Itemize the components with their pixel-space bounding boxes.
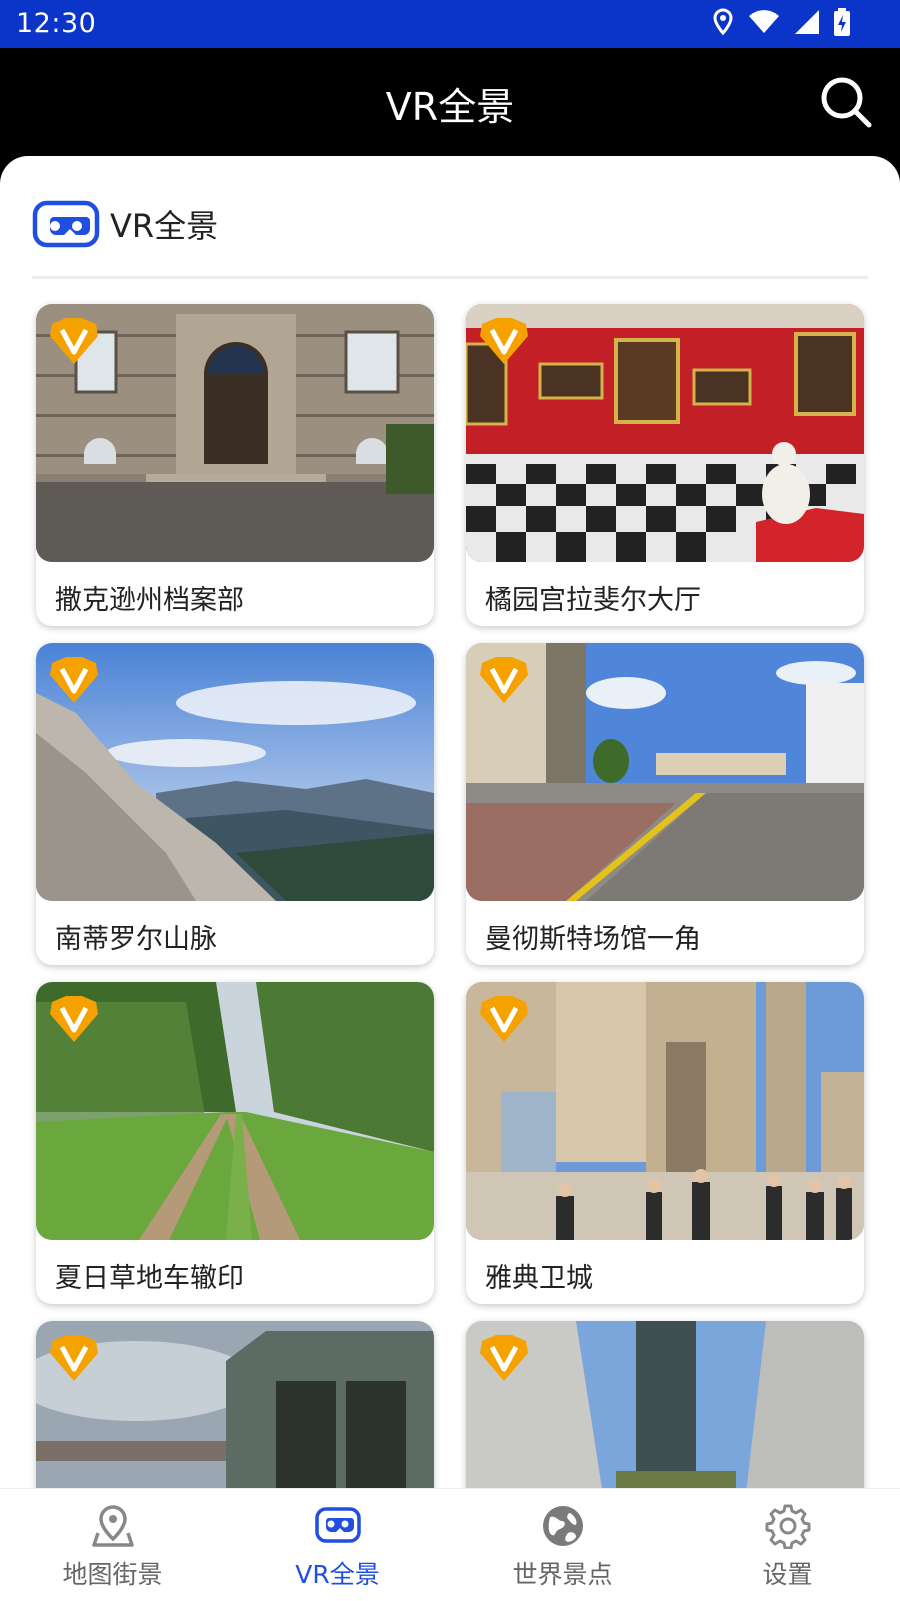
content-sheet: VR全景 撒克逊州档案部 橘园宫拉斐尔大厅 南蒂罗尔山脉 曼彻斯特场馆一角 夏日… bbox=[0, 156, 900, 1488]
panorama-thumbnail bbox=[36, 304, 434, 562]
vr-goggles-icon bbox=[32, 200, 100, 248]
nav-label: 设置 bbox=[762, 1560, 813, 1589]
bottom-nav: 地图街景 VR全景 世界景点 设置 bbox=[0, 1488, 900, 1601]
panorama-card[interactable]: 橘园宫拉斐尔大厅 bbox=[466, 304, 864, 626]
panorama-title: 曼彻斯特场馆一角 bbox=[485, 924, 701, 955]
panorama-thumbnail bbox=[466, 304, 864, 562]
panorama-thumbnail bbox=[466, 643, 864, 901]
nav-label: 世界景点 bbox=[512, 1560, 613, 1589]
vr-badge-icon bbox=[480, 996, 528, 1042]
panorama-title: 橘园宫拉斐尔大厅 bbox=[485, 585, 701, 616]
wifi-icon bbox=[748, 9, 780, 35]
battery-icon bbox=[834, 8, 850, 36]
panorama-title: 雅典卫城 bbox=[485, 1263, 593, 1294]
vr-badge-icon bbox=[480, 318, 528, 364]
vr-goggles-icon bbox=[315, 1507, 361, 1543]
vr-badge-icon bbox=[50, 318, 98, 364]
app-bar: VR全景 bbox=[0, 48, 900, 156]
panorama-card[interactable] bbox=[466, 1321, 864, 1488]
panorama-thumbnail bbox=[36, 643, 434, 901]
panorama-thumbnail bbox=[466, 982, 864, 1240]
search-icon bbox=[821, 77, 872, 128]
vr-badge-icon bbox=[480, 657, 528, 703]
globe-icon bbox=[543, 1506, 583, 1546]
nav-item-world-sights[interactable]: 世界景点 bbox=[450, 1489, 675, 1601]
panorama-card[interactable]: 南蒂罗尔山脉 bbox=[36, 643, 434, 965]
location-icon bbox=[712, 8, 734, 36]
section-title: VR全景 bbox=[110, 207, 219, 245]
status-bar: 12:30 bbox=[0, 0, 900, 48]
gear-icon bbox=[765, 1504, 811, 1549]
nav-item-settings[interactable]: 设置 bbox=[675, 1489, 900, 1601]
vr-badge-icon bbox=[50, 1335, 98, 1381]
panorama-thumbnail bbox=[36, 1321, 434, 1488]
vr-badge-icon bbox=[480, 1335, 528, 1381]
panorama-thumbnail bbox=[466, 1321, 864, 1488]
panorama-card[interactable]: 曼彻斯特场馆一角 bbox=[466, 643, 864, 965]
section-header: VR全景 bbox=[32, 194, 218, 254]
panorama-title: 夏日草地车辙印 bbox=[55, 1263, 244, 1294]
panorama-card[interactable]: 撒克逊州档案部 bbox=[36, 304, 434, 626]
panorama-title: 撒克逊州档案部 bbox=[55, 585, 244, 616]
nav-item-vr[interactable]: VR全景 bbox=[225, 1489, 450, 1601]
status-time: 12:30 bbox=[16, 8, 97, 39]
panorama-card[interactable] bbox=[36, 1321, 434, 1488]
signal-icon bbox=[794, 9, 820, 35]
page-title: VR全景 bbox=[385, 85, 515, 129]
search-button[interactable] bbox=[818, 74, 874, 130]
status-icons bbox=[712, 8, 850, 36]
vr-badge-icon bbox=[50, 996, 98, 1042]
divider bbox=[32, 276, 868, 279]
map-pin-icon bbox=[92, 1505, 134, 1547]
nav-label: VR全景 bbox=[295, 1560, 380, 1589]
nav-label: 地图街景 bbox=[62, 1560, 163, 1589]
panorama-thumbnail bbox=[36, 982, 434, 1240]
panorama-card[interactable]: 雅典卫城 bbox=[466, 982, 864, 1304]
nav-item-map-street[interactable]: 地图街景 bbox=[0, 1489, 225, 1601]
panorama-title: 南蒂罗尔山脉 bbox=[55, 924, 217, 955]
vr-badge-icon bbox=[50, 657, 98, 703]
panorama-card[interactable]: 夏日草地车辙印 bbox=[36, 982, 434, 1304]
